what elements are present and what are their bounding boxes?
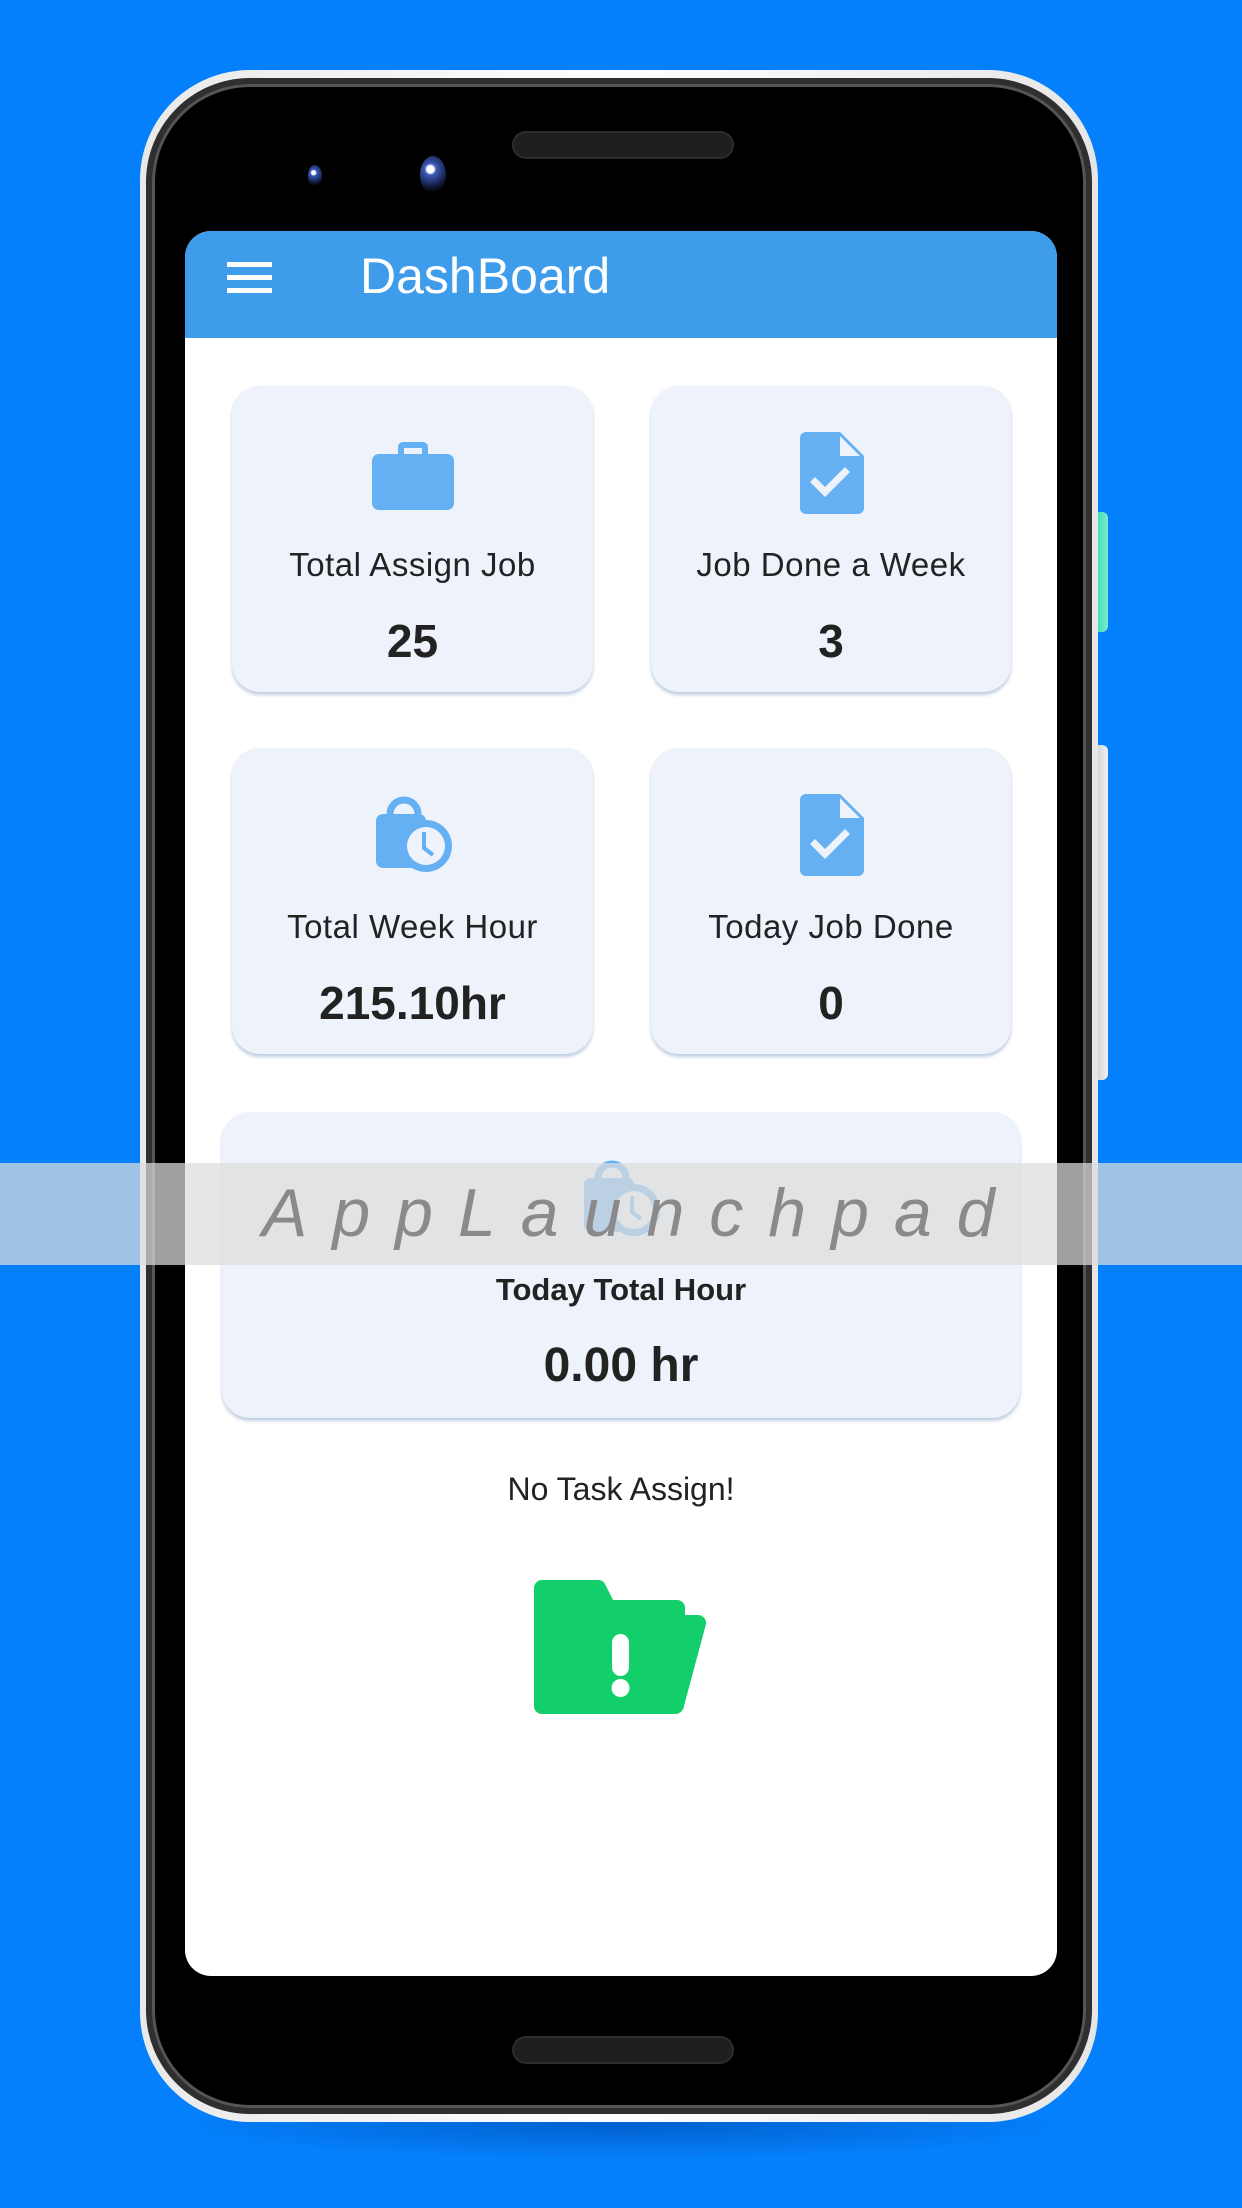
power-button: [1098, 512, 1108, 632]
stat-card-today-total-hour[interactable]: Today Total Hour 0.00 hr: [222, 1112, 1020, 1418]
app-screen: DashBoard Total Assign Job 25 Job Done a…: [185, 231, 1057, 1976]
front-camera-icon: [420, 156, 446, 194]
page-title: DashBoard: [360, 248, 611, 304]
stat-value: 215.10hr: [319, 977, 506, 1029]
stat-label: Today Total Hour: [495, 1272, 747, 1307]
stat-card-total-assign-job[interactable]: Total Assign Job 25: [232, 386, 593, 692]
stat-value: 3: [818, 615, 844, 667]
watermark-text: AppLaunchpad: [262, 1175, 1020, 1251]
stat-label: Total Assign Job: [289, 546, 536, 583]
hamburger-menu-icon[interactable]: [221, 249, 277, 305]
earpiece-speaker: [512, 131, 734, 159]
sensor-icon: [308, 165, 322, 187]
stat-value: 0.00 hr: [543, 1339, 699, 1392]
briefcase-icon: [371, 442, 454, 510]
stat-label: Total Week Hour: [287, 908, 538, 945]
task-done-icon: [800, 794, 864, 876]
stat-value: 25: [386, 615, 439, 667]
stat-card-total-week-hour[interactable]: Total Week Hour 215.10hr: [232, 748, 593, 1054]
task-done-icon: [800, 432, 864, 514]
stat-card-job-done-week[interactable]: Job Done a Week 3: [651, 386, 1011, 692]
app-bar: DashBoard: [185, 231, 1057, 338]
empty-state-message: No Task Assign!: [507, 1471, 735, 1507]
work-history-icon: [375, 796, 452, 872]
stat-value: 0: [818, 977, 844, 1029]
stat-label: Job Done a Week: [696, 546, 966, 583]
stat-card-today-job-done[interactable]: Today Job Done 0: [651, 748, 1011, 1054]
folder-alert-icon: [534, 1580, 706, 1714]
stat-label: Today Job Done: [708, 908, 954, 945]
volume-button: [1098, 745, 1108, 1080]
bottom-speaker: [512, 2036, 734, 2064]
